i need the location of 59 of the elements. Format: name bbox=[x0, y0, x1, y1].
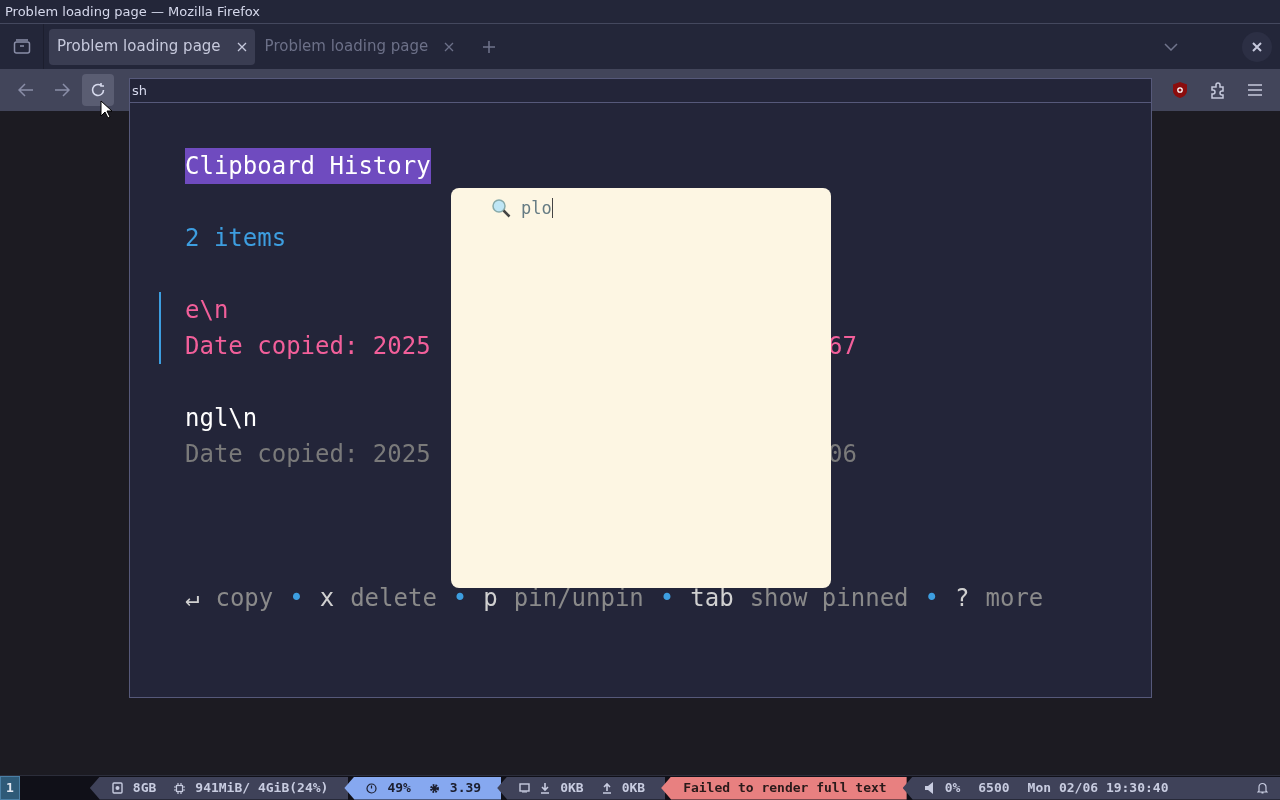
status-text: 49% bbox=[387, 779, 411, 798]
bullet: • bbox=[924, 583, 940, 614]
forward-icon[interactable] bbox=[54, 83, 70, 97]
entry-date: Date copied: 2025 bbox=[185, 439, 431, 470]
shortcut-label: copy bbox=[215, 583, 274, 614]
network-icon bbox=[519, 783, 531, 793]
gear-icon bbox=[428, 782, 440, 794]
shortcut-label: more bbox=[985, 583, 1044, 614]
entry-date: Date copied: 2025 bbox=[185, 331, 431, 362]
entry-text[interactable]: ngl\n bbox=[185, 400, 258, 436]
upload-icon bbox=[601, 782, 612, 794]
gauge-icon bbox=[366, 782, 378, 794]
close-icon bbox=[1252, 41, 1262, 52]
shortcut-key: ↵ bbox=[185, 580, 200, 616]
tab-list-icon[interactable] bbox=[12, 38, 31, 55]
bullet: • bbox=[289, 583, 304, 614]
tab[interactable]: Problem loading page bbox=[256, 28, 463, 65]
heading: Clipboard History bbox=[185, 148, 431, 184]
speaker-icon bbox=[924, 782, 935, 794]
shortcut-key: ? bbox=[955, 580, 970, 616]
shortcut-label: pin/unpin bbox=[513, 583, 644, 614]
status-text: 0% bbox=[944, 779, 961, 798]
close-tab-icon[interactable] bbox=[236, 41, 247, 52]
shortcut-label: delete bbox=[350, 583, 437, 614]
search-field[interactable]: plo bbox=[521, 196, 553, 220]
shortcut-key: x bbox=[319, 580, 335, 616]
status-text: 0KB bbox=[621, 779, 646, 798]
shortcut-label: show pinned bbox=[749, 583, 909, 614]
status-text: 8GB bbox=[132, 779, 157, 798]
mouse-cursor-icon bbox=[100, 100, 112, 119]
back-icon[interactable] bbox=[18, 83, 34, 97]
workspace-indicator[interactable]: 1 bbox=[0, 776, 20, 800]
menu-icon[interactable] bbox=[1248, 84, 1262, 96]
close-tab-icon[interactable] bbox=[444, 41, 455, 52]
item-count: 2 items bbox=[185, 223, 287, 254]
reload-button[interactable] bbox=[82, 74, 114, 106]
terminal-title: sh bbox=[132, 81, 147, 100]
status-text: 6500 bbox=[978, 779, 1010, 798]
window-title: Problem loading page — Mozilla Firefox bbox=[5, 2, 260, 21]
shortcut-key: p bbox=[483, 580, 498, 616]
bullet: • bbox=[659, 583, 675, 614]
entry-text[interactable]: e\n bbox=[185, 292, 229, 328]
status-text: 3.39 bbox=[449, 779, 482, 798]
search-icon bbox=[491, 198, 511, 218]
tab[interactable]: Problem loading page bbox=[49, 28, 255, 65]
bullet: • bbox=[452, 583, 468, 614]
shortcut-key: tab bbox=[690, 580, 734, 616]
close-button[interactable] bbox=[1242, 31, 1272, 62]
chevron-down-icon[interactable] bbox=[1164, 42, 1178, 51]
status-text: Mon 02/06 19:30:40 bbox=[1027, 779, 1169, 798]
chip-icon bbox=[174, 782, 186, 794]
status-text: 941MiB/ 4GiB(24%) bbox=[195, 779, 329, 798]
new-tab-icon[interactable] bbox=[482, 39, 497, 54]
status-text: 0KB bbox=[560, 779, 584, 798]
reload-icon bbox=[90, 82, 106, 98]
download-icon bbox=[540, 782, 551, 794]
bell-icon[interactable] bbox=[1257, 782, 1268, 794]
shield-icon[interactable] bbox=[1172, 81, 1188, 99]
status-text: Failed to render full text bbox=[683, 779, 887, 798]
